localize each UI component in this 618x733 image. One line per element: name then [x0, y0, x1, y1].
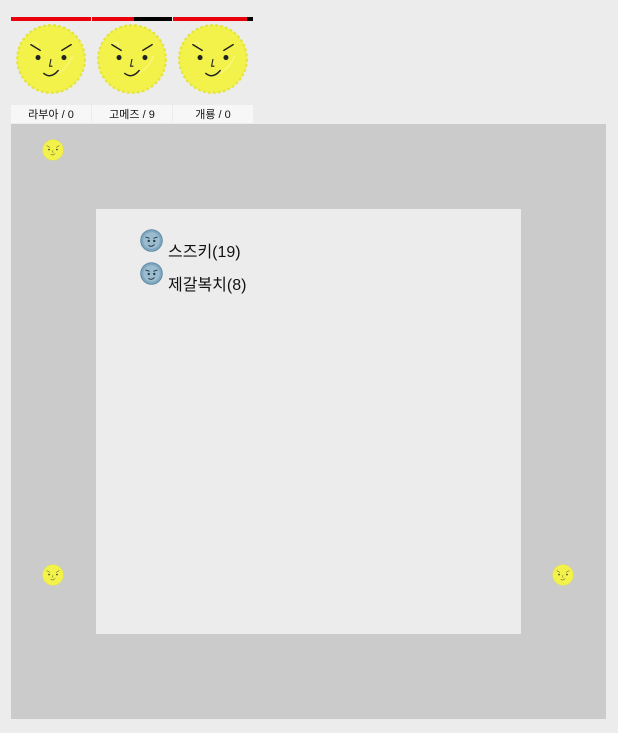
hp-bar: [92, 17, 172, 21]
hp-fill: [173, 17, 247, 21]
hp-fill: [92, 17, 135, 21]
player-card-1[interactable]: 라부아 / 0: [11, 17, 91, 123]
log-text: 스즈키(19): [168, 244, 241, 261]
player-face-icon: [177, 23, 249, 95]
game-board[interactable]: 스즈키(19) 제갈복치(8): [11, 124, 606, 719]
blue-face-icon: [140, 262, 163, 285]
player-label: 라부아 / 0: [11, 105, 91, 123]
player-face-icon: [15, 23, 87, 95]
player-card-2[interactable]: 고메즈 / 9: [92, 17, 172, 123]
center-panel: 스즈키(19) 제갈복치(8): [96, 209, 521, 634]
player-token-icon[interactable]: [42, 564, 64, 586]
hp-bar: [11, 17, 91, 21]
player-label: 개룡 / 0: [173, 105, 253, 123]
blue-face-icon: [140, 229, 163, 252]
player-token-icon[interactable]: [552, 564, 574, 586]
player-label: 고메즈 / 9: [92, 105, 172, 123]
log-text: 제갈복치(8): [168, 277, 247, 294]
player-face-icon: [96, 23, 168, 95]
player-card-3[interactable]: 개룡 / 0: [173, 17, 253, 123]
hp-bar: [173, 17, 253, 21]
hp-fill: [11, 17, 91, 21]
player-token-icon[interactable]: [42, 139, 64, 161]
